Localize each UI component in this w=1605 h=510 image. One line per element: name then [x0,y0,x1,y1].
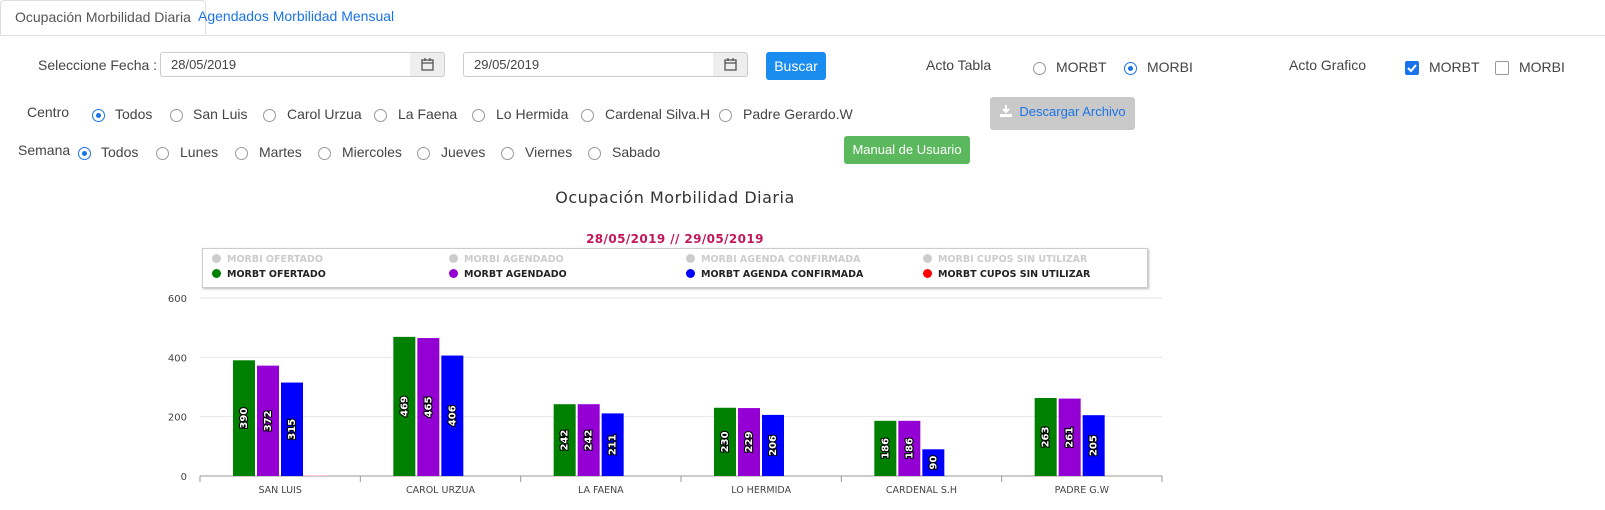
data-label: 372 [263,410,274,431]
bar-chart: 0 200 400 600 SAN LUIS 390 372 315 CAROL URZUA 46… [168,294,1163,496]
data-label: 390 [239,408,250,429]
x-tick-label: SAN LUIS [258,485,301,496]
data-label: 230 [720,431,731,452]
data-label: 465 [423,397,434,418]
data-label: 206 [768,435,779,456]
y-tick-label: 600 [168,294,187,305]
x-tick-label: LO HERMIDA [731,485,791,496]
data-label: 90 [928,456,939,470]
data-label: 261 [1065,427,1076,448]
data-label: 229 [744,432,755,453]
data-label: 186 [904,438,915,459]
data-label: 211 [608,434,619,455]
y-tick-label: 200 [168,413,187,424]
data-label: 242 [560,430,571,451]
x-tick-label: PADRE G.W [1055,485,1110,496]
data-label: 186 [880,438,891,459]
y-tick-label: 0 [181,472,187,483]
data-label: 315 [287,419,298,440]
data-label: 242 [584,430,595,451]
y-tick-label: 400 [168,353,187,364]
data-label: 205 [1089,435,1100,456]
data-label: 263 [1041,427,1052,448]
bar-3 [305,475,327,476]
data-label: 469 [399,396,410,417]
x-tick-label: CARDENAL S.H [886,485,957,496]
x-tick-label: CAROL URZUA [406,485,476,496]
data-label: 406 [447,405,458,426]
x-tick-label: LA FAENA [578,485,624,496]
